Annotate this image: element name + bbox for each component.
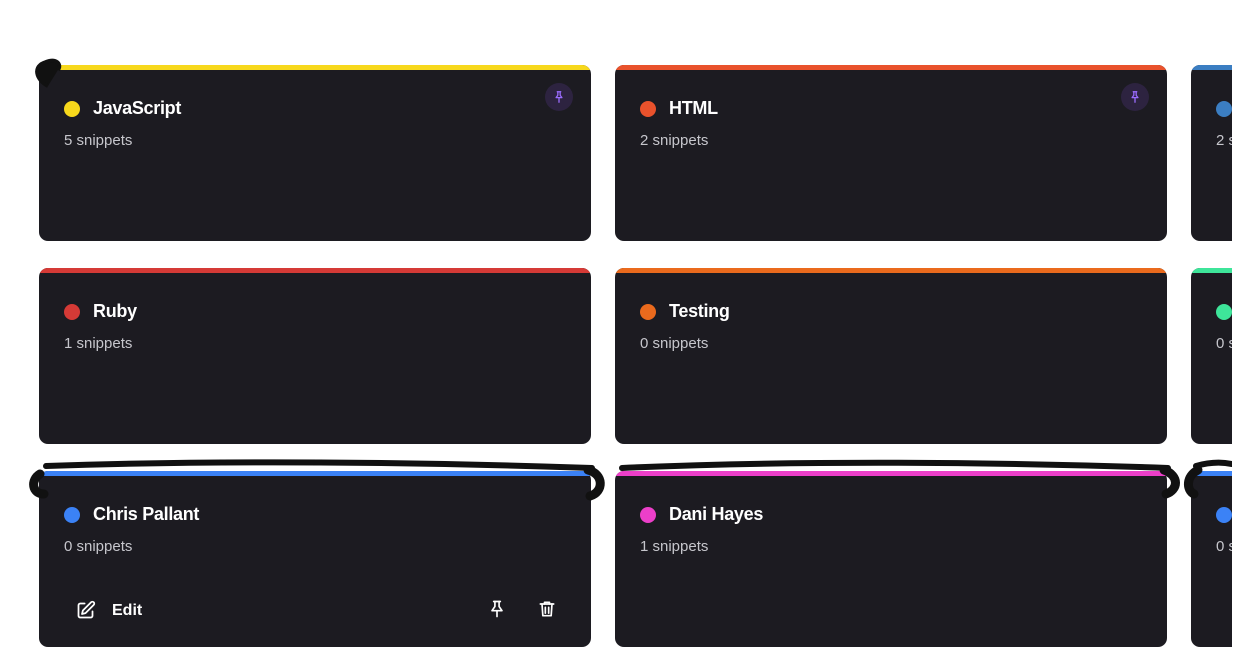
folder-card-partial[interactable]: 2 s	[1191, 65, 1232, 241]
folder-color-dot	[640, 101, 656, 117]
folder-title: Ruby	[93, 301, 137, 321]
snippet-count: 5 snippets	[64, 132, 133, 149]
snippet-count: 1 snippets	[640, 538, 709, 555]
folder-title: Testing	[669, 301, 730, 321]
card-accent-bar	[39, 268, 591, 273]
folder-color-dot	[1216, 304, 1232, 320]
folder-title: Dani Hayes	[669, 504, 764, 524]
folder-color-dot	[640, 507, 656, 523]
card-accent-bar	[39, 471, 591, 476]
card-accent-bar	[1191, 471, 1232, 476]
pencil-square-icon	[77, 600, 96, 619]
folder-card-html[interactable]: HTML 2 snippets	[615, 65, 1167, 241]
edit-label: Edit	[112, 601, 143, 619]
folder-title: HTML	[669, 98, 718, 118]
snippet-count: 2 s	[1216, 132, 1232, 149]
snippet-count: 0 snippets	[64, 538, 133, 555]
folder-card-dani-hayes[interactable]: Dani Hayes 1 snippets	[615, 471, 1167, 647]
card-accent-bar	[615, 471, 1167, 476]
folders-grid: JavaScript 5 snippets HTML 2 snippets 2 …	[0, 0, 1232, 659]
pin-icon	[555, 91, 563, 103]
folder-card-javascript[interactable]: JavaScript 5 snippets	[39, 65, 591, 241]
pin-icon	[491, 600, 503, 618]
folder-color-dot	[64, 101, 80, 117]
card-accent-bar	[615, 65, 1167, 70]
folder-card-testing[interactable]: Testing 0 snippets	[615, 268, 1167, 444]
snippet-count: 1 snippets	[64, 335, 133, 352]
pinned-badge[interactable]	[1121, 83, 1149, 111]
snippet-count: 2 snippets	[640, 132, 709, 149]
trash-icon	[539, 601, 555, 617]
folder-title: JavaScript	[93, 98, 182, 118]
folder-card-chris-pallant[interactable]: Chris Pallant 0 snippets Edit	[39, 471, 591, 647]
folder-color-dot	[64, 304, 80, 320]
card-accent-bar	[1191, 268, 1232, 273]
pin-button[interactable]	[485, 597, 509, 621]
folder-color-dot	[1216, 101, 1232, 117]
pin-icon	[1131, 91, 1139, 103]
snippet-count: 0 snippets	[640, 335, 709, 352]
pinned-badge[interactable]	[545, 83, 573, 111]
snippet-count: 0 s	[1216, 538, 1232, 555]
edit-button[interactable]: Edit	[75, 600, 142, 621]
card-accent-bar	[615, 268, 1167, 273]
card-accent-bar	[39, 65, 591, 70]
folder-color-dot	[640, 304, 656, 320]
folder-title: Chris Pallant	[93, 504, 200, 524]
folder-color-dot	[64, 507, 80, 523]
folder-card-partial[interactable]: 0 s	[1191, 471, 1232, 647]
folder-card-partial[interactable]: 0 s	[1191, 268, 1232, 444]
folder-color-dot	[1216, 507, 1232, 523]
card-accent-bar	[1191, 65, 1232, 70]
folder-card-ruby[interactable]: Ruby 1 snippets	[39, 268, 591, 444]
delete-button[interactable]	[535, 597, 559, 621]
snippet-count: 0 s	[1216, 335, 1232, 352]
